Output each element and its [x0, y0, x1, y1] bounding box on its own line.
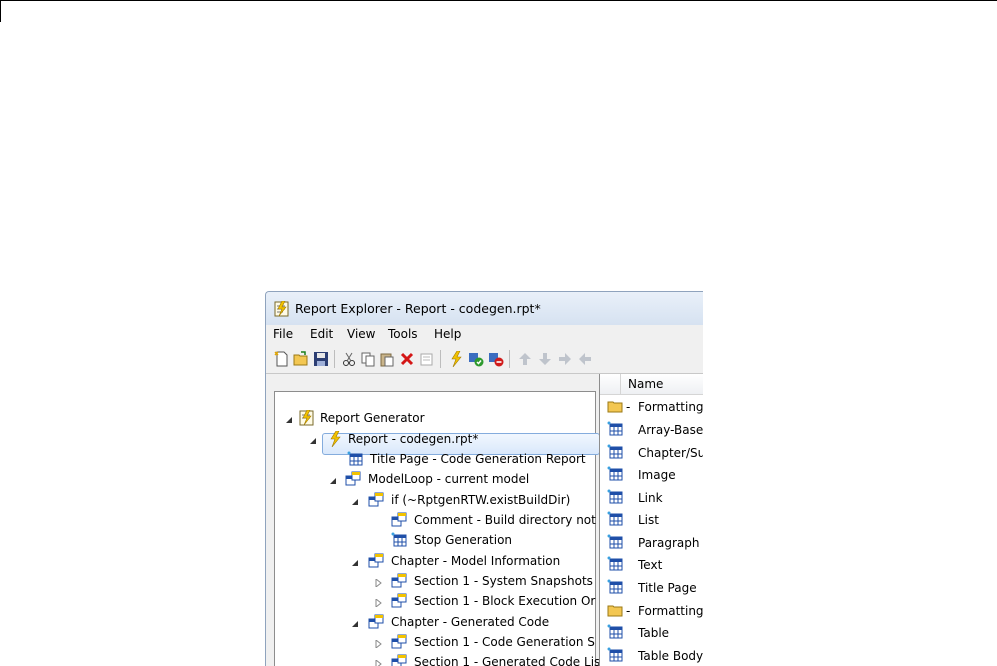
collapsed-arrow-icon[interactable]: [375, 657, 383, 666]
paste-icon[interactable]: [379, 351, 395, 367]
tree-item-label: ModelLoop - current model: [368, 472, 530, 486]
collapsed-arrow-icon[interactable]: [375, 576, 383, 589]
list-item-label: Chapter/Su: [638, 446, 703, 460]
page-left-tick: [0, 0, 1, 22]
table-component-icon: [607, 421, 623, 437]
reject-icon[interactable]: [488, 351, 504, 367]
folder-dash: -: [626, 400, 631, 414]
list-item-label: Table: [638, 626, 670, 640]
tree-item-label: Section 1 - System Snapshots: [414, 574, 593, 588]
list-item-label: List: [638, 513, 659, 527]
collapsed-arrow-icon[interactable]: [375, 596, 383, 609]
table-component-icon: [607, 624, 623, 640]
folder-icon: [607, 398, 623, 414]
move-right-icon[interactable]: [557, 351, 573, 367]
menu-tools[interactable]: Tools: [388, 327, 418, 341]
copy-icon[interactable]: [360, 351, 376, 367]
tree-item-label: Section 1 - Block Execution Or: [414, 594, 596, 608]
table-component-icon: [607, 647, 623, 663]
save-icon[interactable]: [313, 351, 329, 367]
table-component-icon: [607, 489, 623, 505]
tree-item-label: Report Generator: [320, 411, 425, 425]
loop-component-icon: [391, 512, 407, 528]
component-list-pane[interactable]: Name - Formatting Array-Base Chapter/Su …: [599, 374, 703, 666]
loop-component-icon: [368, 492, 384, 508]
loop-component-icon: [368, 614, 384, 630]
expanded-arrow-icon[interactable]: [351, 495, 359, 505]
name-column-header[interactable]: Name: [628, 377, 663, 391]
outline-tree-pane[interactable]: Report Generator Report - codegen.rpt* T…: [274, 391, 600, 666]
list-item-label: Table Body: [638, 649, 703, 663]
content-area: Report Generator Report - codegen.rpt* T…: [266, 374, 703, 666]
properties-icon[interactable]: [419, 351, 435, 367]
cut-icon[interactable]: [341, 351, 357, 367]
move-down-icon[interactable]: [537, 351, 553, 367]
move-left-icon[interactable]: [577, 351, 593, 367]
tree-item-label: Stop Generation: [414, 533, 513, 547]
report-explorer-app-icon: [274, 300, 290, 320]
table-component-icon: [607, 511, 623, 527]
list-item-label: Image: [638, 468, 676, 482]
tree-item-label: Title Page - Code Generation Report: [370, 452, 586, 466]
delete-icon[interactable]: [399, 351, 415, 367]
list-item-label: Text: [638, 558, 663, 572]
tree-item-label: Report - codegen.rpt*: [348, 432, 479, 446]
open-folder-icon[interactable]: [293, 351, 309, 367]
loop-component-icon: [391, 593, 407, 609]
toolbar-separator: [440, 350, 441, 368]
toolbar-separator: [334, 350, 335, 368]
expanded-arrow-icon[interactable]: [351, 617, 359, 627]
accept-icon[interactable]: [468, 351, 484, 367]
table-component-icon: [607, 556, 623, 572]
menu-file[interactable]: File: [273, 327, 293, 341]
tree-item-label: Section 1 - Generated Code Lis: [414, 655, 601, 666]
menu-edit[interactable]: Edit: [310, 327, 333, 341]
table-component-icon: [391, 532, 407, 548]
collapsed-arrow-icon[interactable]: [375, 637, 383, 650]
list-item-label: Link: [638, 491, 663, 505]
loop-component-icon: [391, 634, 407, 650]
list-item-label: Array-Base: [638, 423, 703, 437]
table-component-icon: [347, 451, 363, 467]
menu-help[interactable]: Help: [434, 327, 461, 341]
expanded-arrow-icon[interactable]: [309, 434, 317, 444]
column-divider: [620, 374, 621, 394]
folder-icon: [607, 602, 623, 618]
report-generator-icon: [299, 409, 315, 426]
list-item-label: Paragraph: [638, 536, 700, 550]
move-up-icon[interactable]: [517, 351, 533, 367]
table-component-icon: [607, 444, 623, 460]
tree-item-label: Section 1 - Code Generation S: [414, 635, 595, 649]
run-report-icon[interactable]: [448, 350, 464, 368]
tree-item-label: if (~RptgenRTW.existBuildDir): [391, 493, 571, 507]
folder-dash: -: [626, 604, 631, 618]
tree-item-label: Chapter - Model Information: [391, 554, 561, 568]
table-component-icon: [607, 466, 623, 482]
expanded-arrow-icon[interactable]: [351, 556, 359, 566]
table-component-icon: [607, 579, 623, 595]
list-item-label: Formatting: [638, 604, 703, 618]
loop-component-icon: [345, 471, 361, 487]
window-title: Report Explorer - Report - codegen.rpt*: [295, 301, 541, 316]
toolbar-separator: [509, 350, 510, 368]
toolbar: [266, 345, 703, 374]
expanded-arrow-icon[interactable]: [329, 474, 337, 484]
new-file-icon[interactable]: [274, 351, 290, 367]
page-top-rule: [0, 0, 997, 1]
list-item-label: Title Page: [638, 581, 697, 595]
menu-bar: File Edit View Tools Help: [266, 325, 703, 345]
tree-item-label: Comment - Build directory not: [414, 513, 596, 527]
expanded-arrow-icon[interactable]: [285, 413, 293, 423]
table-component-icon: [607, 534, 623, 550]
loop-component-icon: [368, 553, 384, 569]
list-item-label: Formatting: [638, 400, 703, 414]
loop-component-icon: [391, 654, 407, 666]
tree-item-label: Chapter - Generated Code: [391, 615, 550, 629]
report-explorer-window: Report Explorer - Report - codegen.rpt* …: [265, 291, 703, 666]
menu-view[interactable]: View: [347, 327, 375, 341]
list-column-header[interactable]: Name: [600, 374, 703, 395]
lightning-report-icon: [327, 430, 343, 448]
title-bar: Report Explorer - Report - codegen.rpt*: [266, 292, 703, 325]
loop-component-icon: [391, 573, 407, 589]
